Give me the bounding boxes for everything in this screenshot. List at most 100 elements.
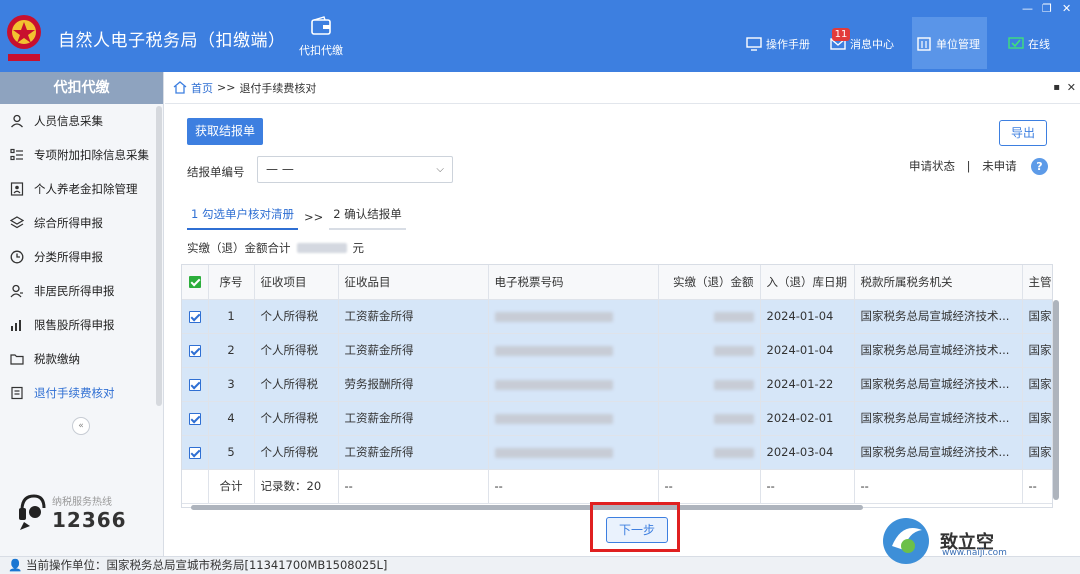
sidebar-item-person-info[interactable]: 人员信息采集 bbox=[0, 104, 163, 138]
message-count-badge: 11 bbox=[832, 28, 850, 41]
table-row[interactable]: 5 个人所得税 工资薪金所得 2024-03-04 国家税务总局宣城经济技术..… bbox=[182, 435, 1052, 470]
sidebar-item-nonresident[interactable]: 非居民所得申报 bbox=[0, 274, 163, 308]
report-number-label: 结报单编号 bbox=[187, 165, 245, 179]
cell-no: 3 bbox=[208, 367, 255, 402]
status-separator: | bbox=[966, 159, 971, 173]
cell-ticket-redacted bbox=[488, 367, 659, 402]
cell-item: 个人所得税 bbox=[254, 435, 339, 470]
header-item-manual[interactable]: 操作手册 bbox=[746, 36, 810, 52]
cell-no: 1 bbox=[208, 299, 255, 334]
breadcrumb-sep: >> bbox=[217, 81, 236, 94]
row-checkbox[interactable] bbox=[182, 435, 209, 470]
current-unit-text: 当前操作单位：国家税务总局宣城市税务局[11341700MB1508025L] bbox=[25, 558, 388, 572]
col-header: 征收品目 bbox=[338, 265, 489, 300]
row-checkbox[interactable] bbox=[182, 333, 209, 368]
footer-blank bbox=[182, 469, 209, 504]
footer-dash: -- bbox=[488, 469, 659, 504]
sidebar-scrollbar[interactable] bbox=[156, 106, 162, 406]
col-header: 入（退）库日期 bbox=[760, 265, 855, 300]
sidebar-item-comprehensive[interactable]: 综合所得申报 bbox=[0, 206, 163, 240]
step-2-tab[interactable]: 2 确认结报单 bbox=[329, 204, 406, 230]
help-icon[interactable]: ? bbox=[1031, 158, 1048, 175]
breadcrumb-current: 退付手续费核对 bbox=[239, 81, 317, 95]
select-all-checkbox[interactable] bbox=[182, 265, 209, 300]
collapse-sidebar-icon[interactable]: « bbox=[72, 417, 90, 435]
step-separator: >> bbox=[303, 210, 324, 224]
cell-no: 5 bbox=[208, 435, 255, 470]
cell-item: 个人所得税 bbox=[254, 401, 339, 436]
status-value: 未申请 bbox=[982, 159, 1017, 173]
row-checkbox[interactable] bbox=[182, 401, 209, 436]
cell-category: 劳务报酬所得 bbox=[338, 367, 489, 402]
hotline-label: 纳税服务热线 bbox=[52, 496, 112, 508]
building-icon bbox=[917, 37, 931, 51]
folder-icon bbox=[10, 354, 24, 365]
close-icon[interactable]: ✕ bbox=[1062, 2, 1071, 15]
main-panel: 首页 >> 退付手续费核对 ▪ ✕ 获取结报单 导出 结报单编号 — — ⌵ 申… bbox=[165, 72, 1080, 556]
header-item-org[interactable]: 单位管理 bbox=[916, 36, 980, 52]
cell-office: 国家税务总局宣城经济技术... bbox=[854, 299, 1023, 334]
table-row[interactable]: 2 个人所得税 工资薪金所得 2024-01-04 国家税务总局宣城经济技术..… bbox=[182, 333, 1052, 368]
watermark-url: www.naiji.com bbox=[942, 548, 1007, 558]
footer-total-label: 合计 bbox=[208, 469, 255, 504]
fetch-report-button[interactable]: 获取结报单 bbox=[187, 118, 263, 145]
cell-main: 国家 bbox=[1022, 401, 1052, 436]
row-checkbox[interactable] bbox=[182, 367, 209, 402]
cell-main: 国家 bbox=[1022, 367, 1052, 402]
tab-maximize-icon[interactable]: ▪ bbox=[1053, 82, 1060, 93]
sidebar-item-label: 退付手续费核对 bbox=[34, 386, 115, 400]
step-1-tab[interactable]: 1 勾选单户核对清册 bbox=[187, 204, 298, 230]
cell-ticket-redacted bbox=[488, 435, 659, 470]
sidebar-item-category[interactable]: 分类所得申报 bbox=[0, 240, 163, 274]
cell-office: 国家税务总局宣城经济技术... bbox=[854, 367, 1023, 402]
apply-status: 申请状态 | 未申请 bbox=[909, 158, 1017, 174]
table-row[interactable]: 4 个人所得税 工资薪金所得 2024-02-01 国家税务总局宣城经济技术..… bbox=[182, 401, 1052, 436]
cell-main: 国家 bbox=[1022, 299, 1052, 334]
cell-no: 4 bbox=[208, 401, 255, 436]
export-button[interactable]: 导出 bbox=[999, 120, 1047, 146]
cell-office: 国家税务总局宣城经济技术... bbox=[854, 333, 1023, 368]
sidebar-item-tax-payment[interactable]: 税款缴纳 bbox=[0, 342, 163, 376]
sidebar-item-special-deduction[interactable]: 专项附加扣除信息采集 bbox=[0, 138, 163, 172]
cell-date: 2024-02-01 bbox=[760, 401, 855, 436]
report-number-select[interactable]: — — ⌵ bbox=[257, 156, 453, 183]
restore-icon[interactable]: ❐ bbox=[1042, 2, 1052, 15]
next-step-button[interactable]: 下一步 bbox=[606, 517, 668, 543]
footer-dash: -- bbox=[658, 469, 761, 504]
document-user-icon bbox=[10, 182, 24, 196]
table-vertical-scrollbar[interactable] bbox=[1053, 300, 1059, 500]
tab-close-icon[interactable]: ✕ bbox=[1067, 81, 1076, 94]
cell-category: 工资薪金所得 bbox=[338, 299, 489, 334]
col-header: 序号 bbox=[208, 265, 255, 300]
tax-emblem-logo bbox=[7, 15, 41, 61]
watermark: 致立空 bbox=[878, 516, 994, 566]
nav-withholding[interactable]: 代扣代缴 bbox=[296, 16, 346, 58]
col-header: 征收项目 bbox=[254, 265, 339, 300]
table-row[interactable]: 1 个人所得税 工资薪金所得 2024-01-04 国家税务总局宣城经济技术..… bbox=[182, 299, 1052, 334]
row-checkbox[interactable] bbox=[182, 299, 209, 334]
online-icon bbox=[1008, 37, 1024, 49]
bar-chart-icon bbox=[11, 320, 21, 331]
sidebar-item-label: 限售股所得申报 bbox=[34, 318, 115, 332]
user-alt-icon bbox=[10, 284, 23, 298]
cell-main: 国家 bbox=[1022, 435, 1052, 470]
table-row[interactable]: 3 个人所得税 劳务报酬所得 2024-01-22 国家税务总局宣城经济技术..… bbox=[182, 367, 1052, 402]
sidebar-item-label: 分类所得申报 bbox=[34, 250, 103, 264]
header-item-manual-label: 操作手册 bbox=[766, 38, 810, 51]
sidebar-item-label: 人员信息采集 bbox=[34, 114, 103, 128]
breadcrumb-home[interactable]: 首页 bbox=[191, 80, 213, 96]
minimize-icon[interactable]: — bbox=[1022, 2, 1033, 15]
sidebar-item-refund-fee[interactable]: 退付手续费核对 bbox=[0, 376, 163, 410]
table-footer-row: 合计 记录数：20 -- -- -- -- -- -- bbox=[182, 469, 1052, 504]
header-item-online[interactable]: 在线 bbox=[1008, 36, 1050, 52]
sidebar-item-pension[interactable]: 个人养老金扣除管理 bbox=[0, 172, 163, 206]
watermark-logo bbox=[883, 518, 929, 564]
header-item-online-label: 在线 bbox=[1028, 38, 1050, 51]
footer-dash: -- bbox=[1022, 469, 1052, 504]
cell-date: 2024-03-04 bbox=[760, 435, 855, 470]
cell-amount-redacted bbox=[658, 299, 761, 334]
app-title: 自然人电子税务局（扣缴端） bbox=[58, 31, 286, 51]
table-horizontal-scrollbar[interactable] bbox=[191, 505, 863, 510]
sidebar-item-restricted-stock[interactable]: 限售股所得申报 bbox=[0, 308, 163, 342]
sidebar-item-label: 综合所得申报 bbox=[34, 216, 103, 230]
